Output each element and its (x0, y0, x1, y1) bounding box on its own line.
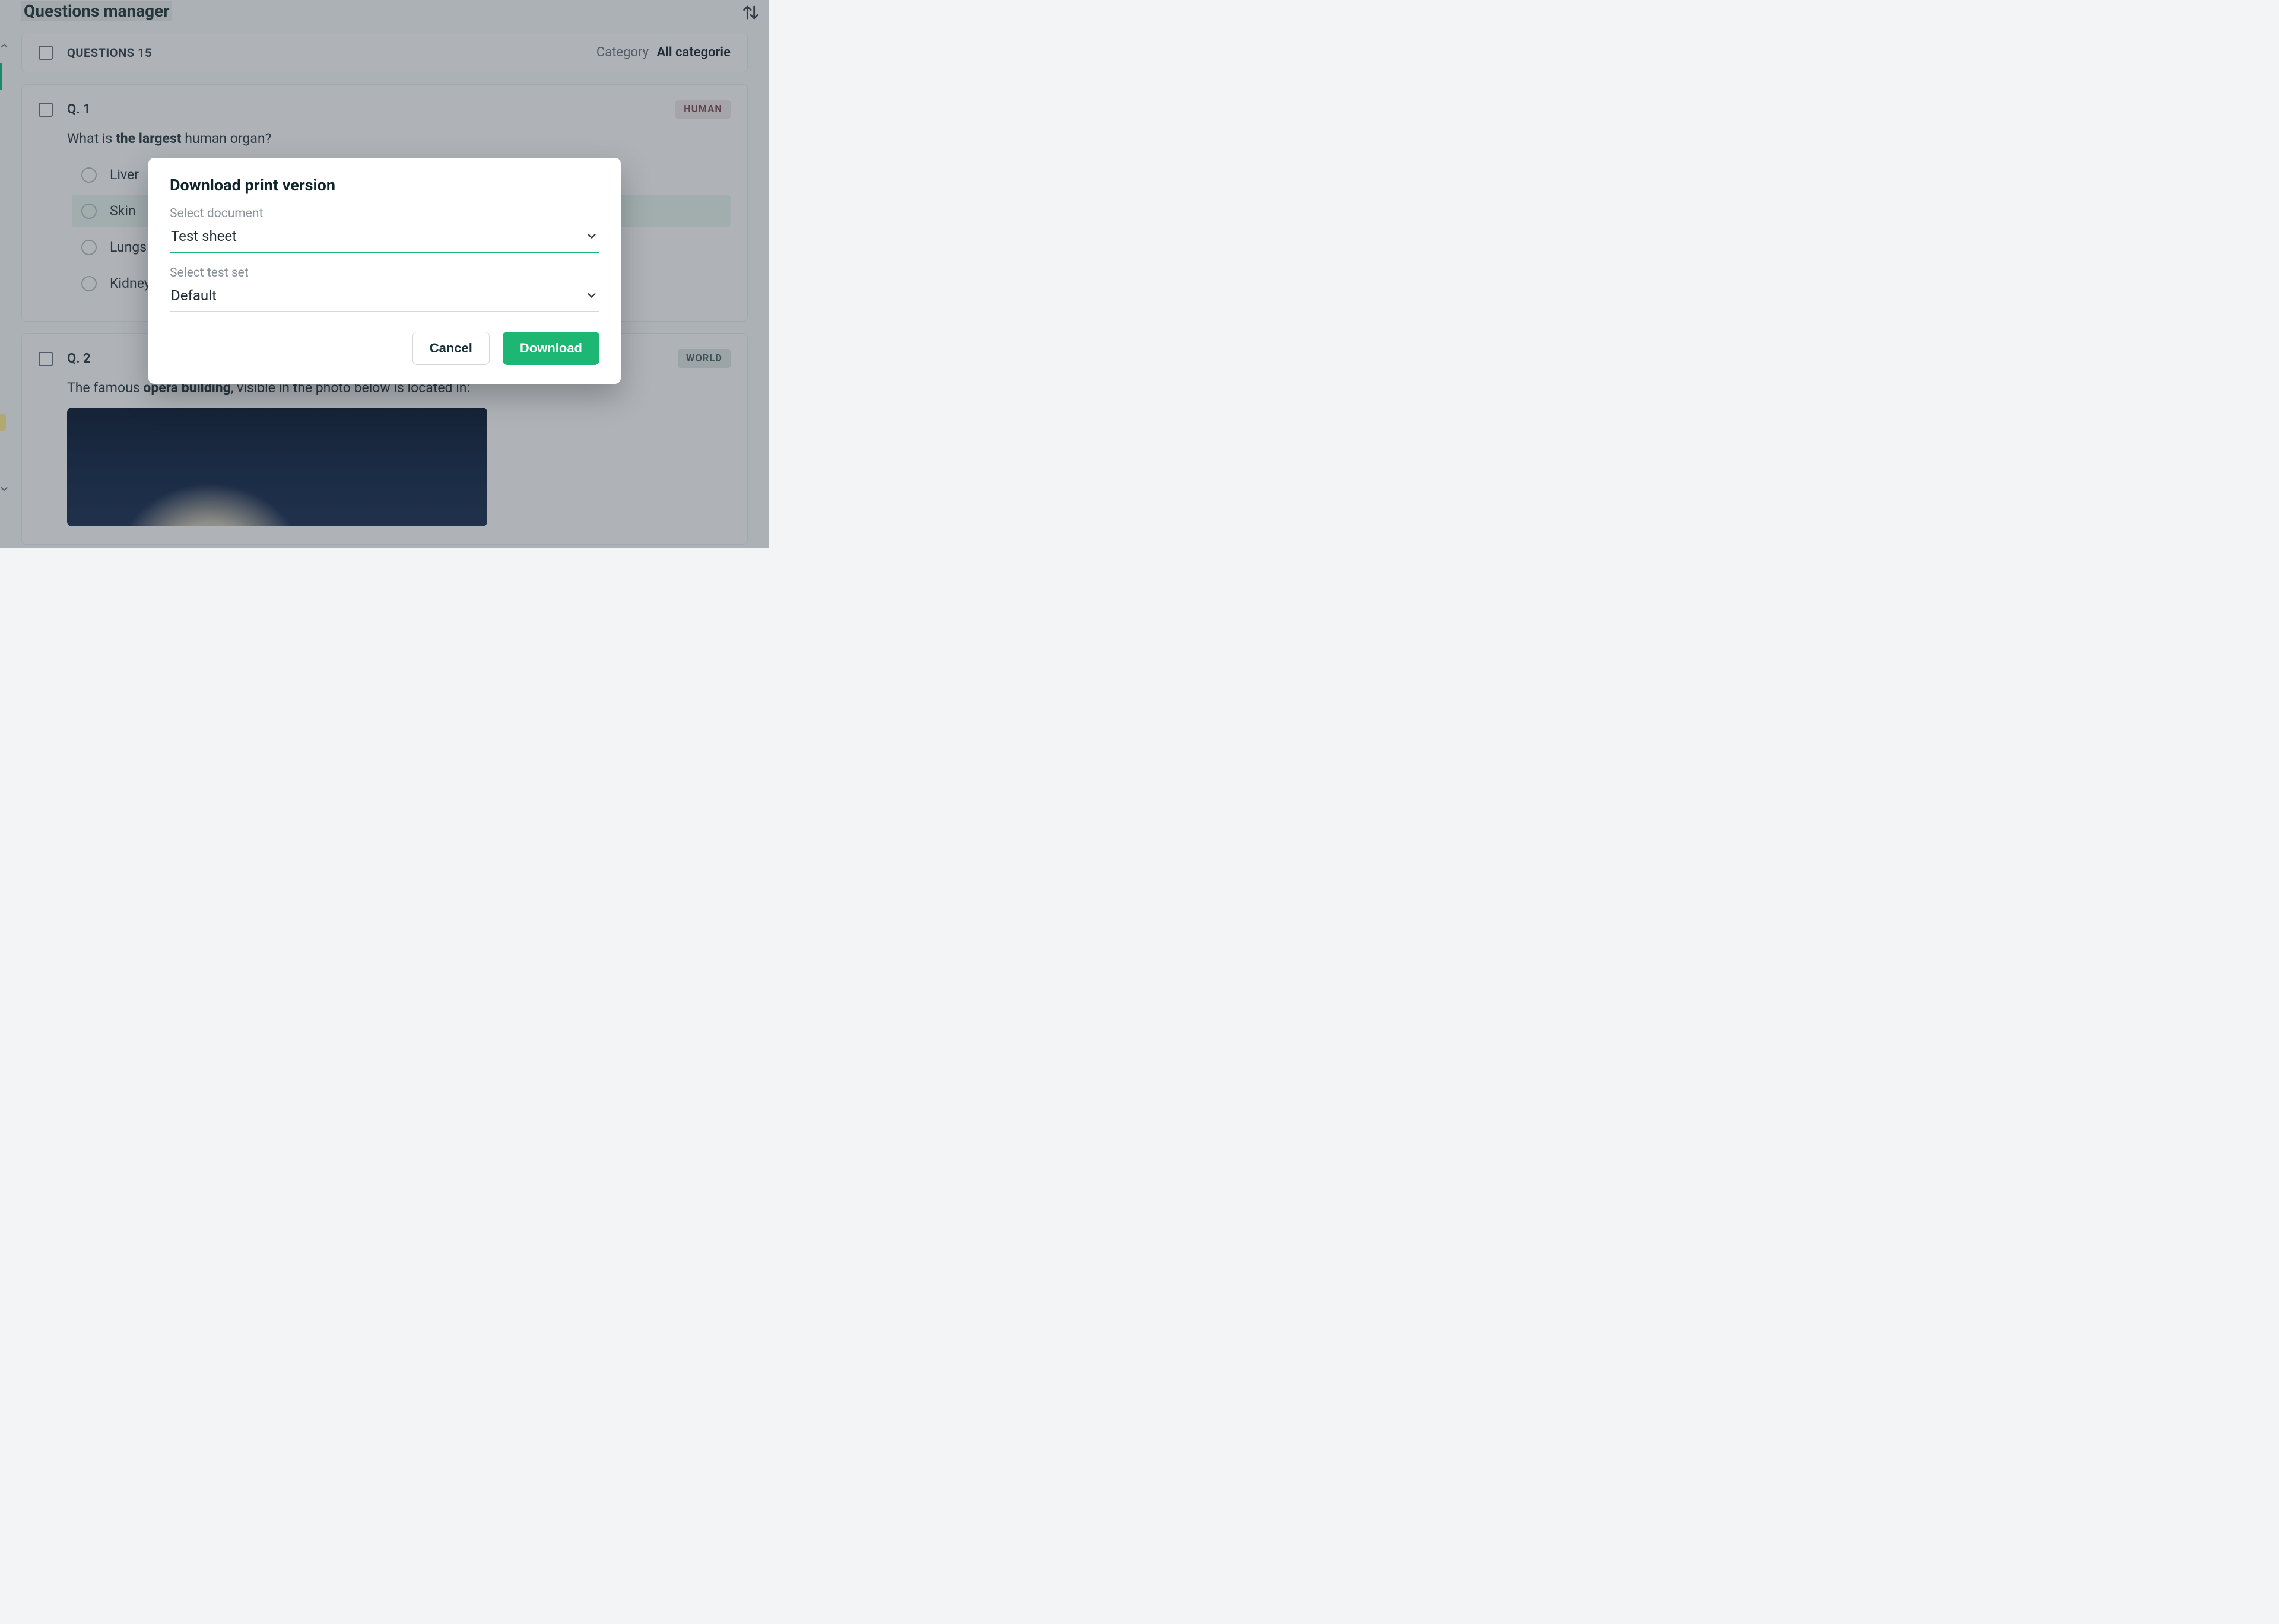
select-document-dropdown[interactable]: Test sheet (170, 224, 599, 253)
select-document-label: Select document (170, 206, 599, 221)
select-test-set-field: Select test set Default (170, 266, 599, 312)
select-test-set-label: Select test set (170, 266, 599, 280)
select-test-set-dropdown[interactable]: Default (170, 284, 599, 312)
chevron-down-icon (585, 289, 598, 302)
download-print-modal: Download print version Select document T… (148, 158, 621, 384)
modal-actions: Cancel Download (170, 332, 599, 365)
select-document-value: Test sheet (171, 228, 237, 244)
cancel-button[interactable]: Cancel (412, 332, 490, 365)
select-test-set-value: Default (171, 287, 217, 304)
modal-title: Download print version (170, 176, 599, 195)
select-document-field: Select document Test sheet (170, 206, 599, 253)
chevron-down-icon (585, 230, 598, 243)
modal-overlay[interactable]: Download print version Select document T… (0, 0, 769, 548)
download-button[interactable]: Download (503, 332, 599, 365)
